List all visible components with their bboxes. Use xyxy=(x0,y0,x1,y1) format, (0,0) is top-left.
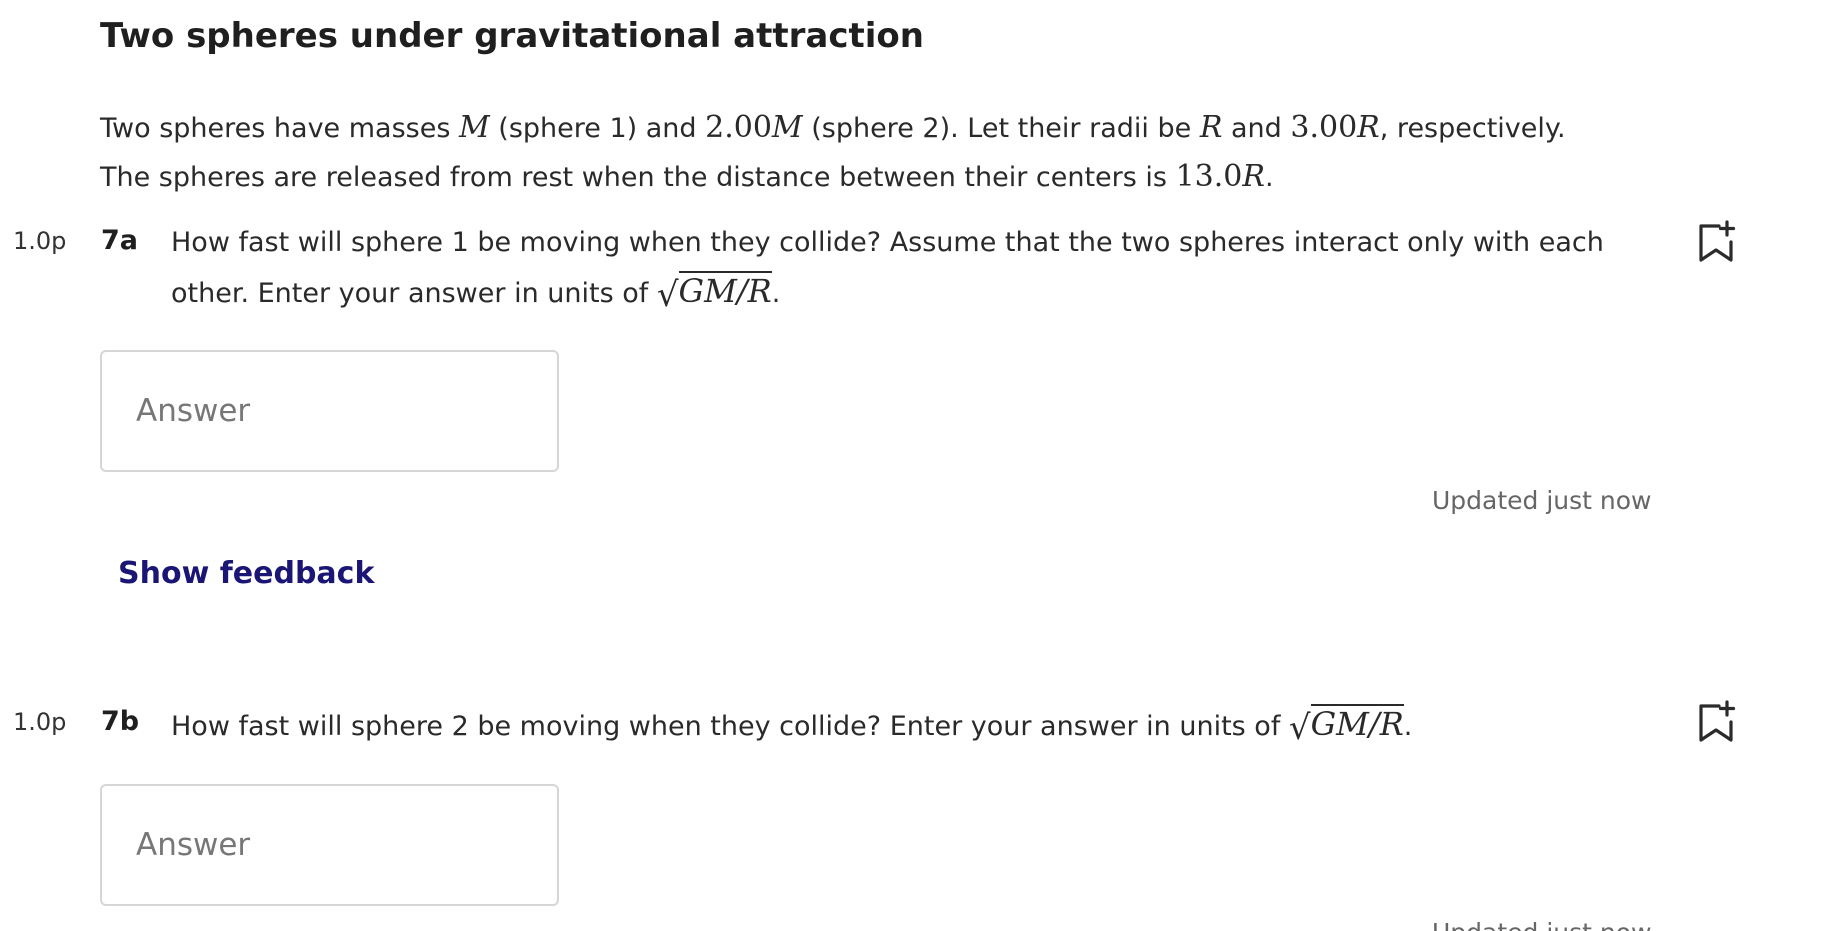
sqrt-body: GM/R xyxy=(678,271,772,310)
question-text: How fast will sphere 2 be moving when th… xyxy=(171,700,1661,751)
intro-text: (sphere 1) and xyxy=(489,113,706,144)
intro-text: (sphere 2). Let their radii be xyxy=(802,113,1200,144)
answer-input-box[interactable] xyxy=(100,784,559,906)
math-coefficient: 13.0 xyxy=(1175,159,1243,194)
math-distance: R xyxy=(1242,159,1265,194)
question-number: 7a xyxy=(101,225,139,256)
radical-icon: √ xyxy=(656,275,679,315)
updated-status: Updated just now xyxy=(1432,918,1652,931)
math-coefficient: 2.00 xyxy=(705,110,772,145)
intro-text: Two spheres have masses xyxy=(100,113,459,144)
page-title: Two spheres under gravitational attracti… xyxy=(100,16,924,56)
question-number: 7b xyxy=(101,706,140,737)
question-text-line: How fast will sphere 1 be moving when th… xyxy=(171,227,1604,258)
bookmark-add-icon[interactable] xyxy=(1697,220,1737,264)
radical-icon: √ xyxy=(1288,708,1311,748)
answer-input-box[interactable] xyxy=(100,350,559,472)
sqrt-body: GM/R xyxy=(1310,704,1404,743)
question-points: 1.0p xyxy=(13,227,67,255)
intro-text: , respectively. xyxy=(1379,113,1566,144)
question-text-line: How fast will sphere 2 be moving when th… xyxy=(171,711,1289,742)
math-radius-1: R xyxy=(1199,110,1223,145)
math-coefficient: 3.00 xyxy=(1290,110,1358,145)
updated-status: Updated just now xyxy=(1432,486,1652,515)
math-mass-2: M xyxy=(771,110,803,145)
intro-text: . xyxy=(1264,162,1274,193)
show-feedback-link[interactable]: Show feedback xyxy=(118,556,374,591)
intro-text: and xyxy=(1222,113,1291,144)
math-mass-1: M xyxy=(458,110,490,145)
question-text: How fast will sphere 1 be moving when th… xyxy=(171,219,1661,318)
answer-input[interactable] xyxy=(102,352,557,470)
question-text-line: other. Enter your answer in units of xyxy=(171,278,657,309)
sqrt-expression: √GM/R xyxy=(657,267,772,318)
question-points: 1.0p xyxy=(13,708,67,736)
sqrt-expression: √GM/R xyxy=(1289,700,1404,751)
math-radius-2: R xyxy=(1357,110,1380,145)
answer-input[interactable] xyxy=(102,786,557,904)
problem-statement: Two spheres have masses M (sphere 1) and… xyxy=(100,104,1680,202)
bookmark-add-icon[interactable] xyxy=(1697,700,1737,744)
question-text-end: . xyxy=(1403,711,1413,742)
question-text-end: . xyxy=(771,278,781,309)
intro-text: The spheres are released from rest when … xyxy=(100,162,1176,193)
